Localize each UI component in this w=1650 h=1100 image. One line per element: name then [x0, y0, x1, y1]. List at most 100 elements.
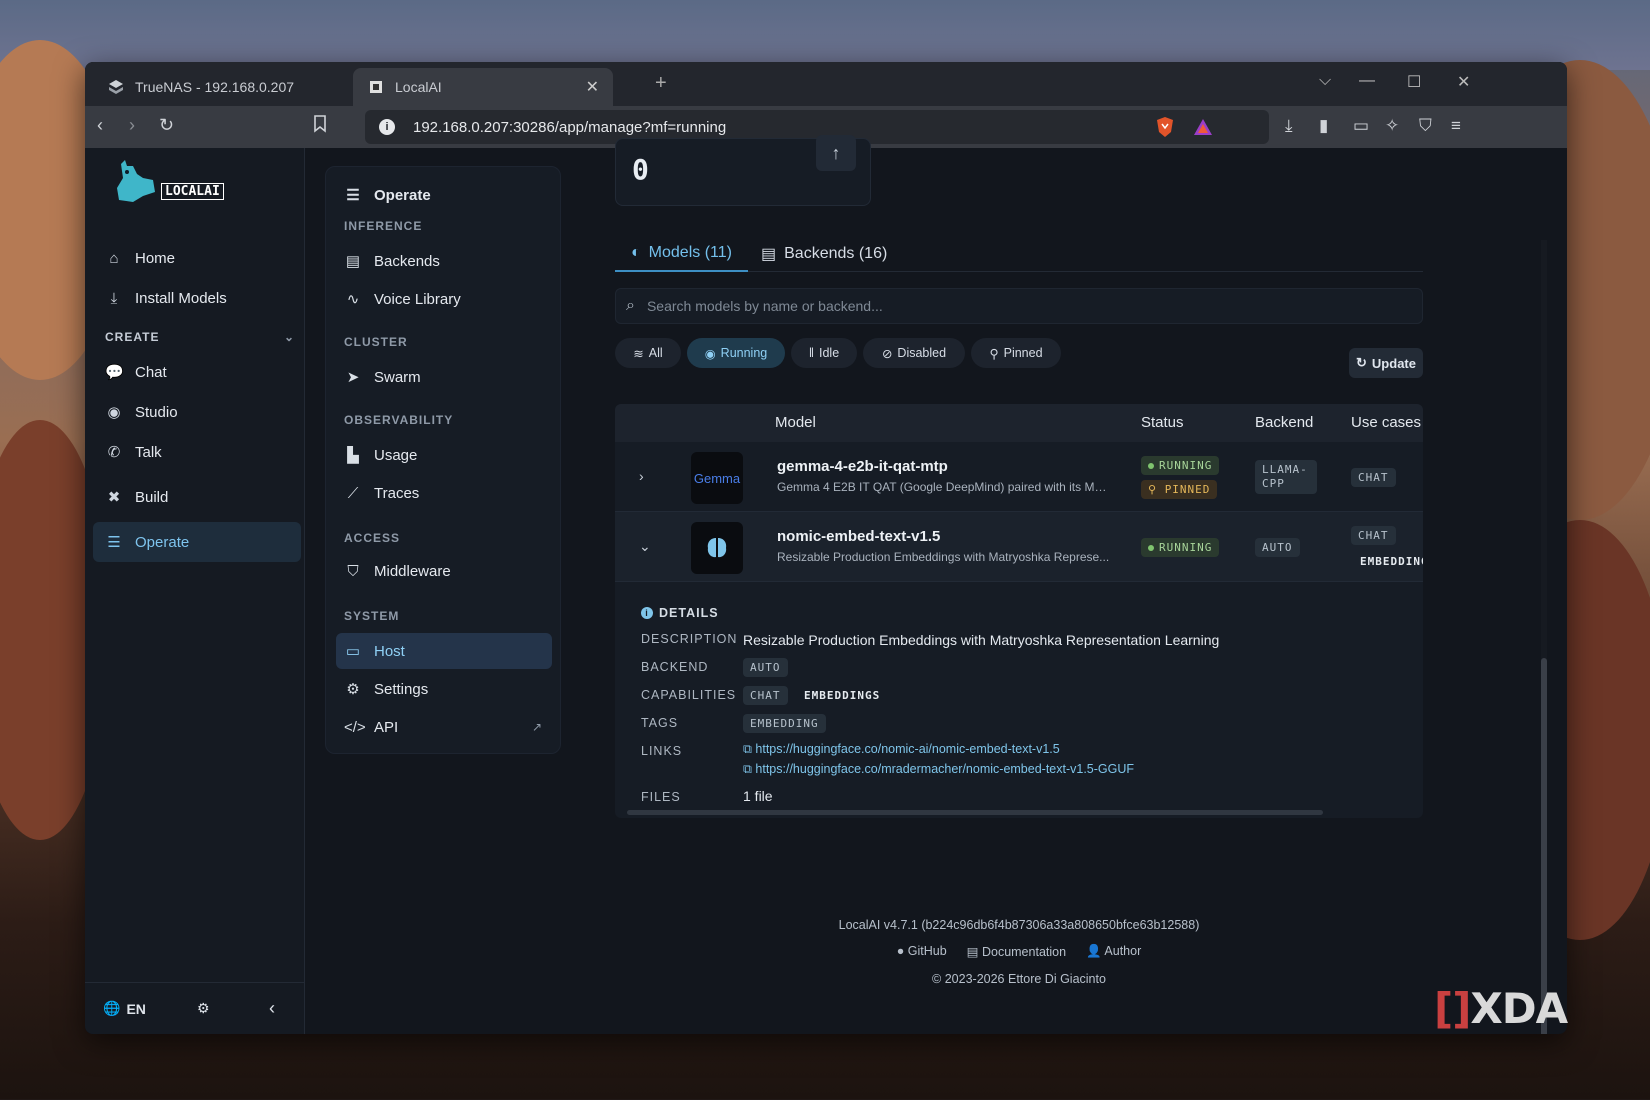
operate-item-host[interactable]: ▭ Host: [336, 633, 552, 669]
arrow-up-icon[interactable]: ↑: [816, 135, 856, 171]
chevron-right-icon[interactable]: ›: [639, 468, 644, 484]
watermark-text: XDA: [1470, 984, 1568, 1033]
horizontal-scrollbar[interactable]: [627, 810, 1323, 815]
brave-shield-icon[interactable]: [1155, 116, 1175, 142]
play-circle-icon: ◉: [704, 346, 716, 361]
detail-link[interactable]: ⧉ https://huggingface.co/mradermacher/no…: [743, 762, 1134, 777]
external-link-icon: ↗: [531, 720, 542, 734]
download-icon[interactable]: ⤓: [1285, 116, 1293, 136]
create-section-header[interactable]: CREATE ⌄: [105, 330, 295, 344]
chevron-down-icon[interactable]: ⌄: [639, 538, 651, 555]
vertical-scrollbar-thumb[interactable]: [1541, 658, 1547, 1034]
reload-icon[interactable]: ↻: [159, 115, 174, 136]
close-window-icon[interactable]: ✕: [1457, 72, 1470, 92]
new-tab-icon[interactable]: +: [655, 72, 667, 95]
item-label: Usage: [374, 446, 418, 464]
wallet-icon[interactable]: ▭: [1353, 116, 1369, 136]
browser-window: TrueNAS - 192.168.0.207 LocalAI ✕ + ⌵ — …: [85, 62, 1567, 1034]
tab-models[interactable]: ◐ Models (11): [615, 236, 748, 272]
chevron-down-icon: ⌄: [283, 330, 295, 344]
footer-link-documentation[interactable]: ▤ Documentation: [967, 944, 1066, 959]
column-header: Backend: [1255, 414, 1314, 431]
tab-localai[interactable]: LocalAI ✕: [353, 68, 613, 106]
collapse-sidebar-icon[interactable]: ‹: [269, 998, 275, 1019]
model-details: i DETAILS DESCRIPTION Resizable Producti…: [615, 590, 1423, 818]
detail-label: TAGS: [641, 716, 679, 730]
filter-running[interactable]: ◉ Running: [687, 338, 785, 368]
close-icon[interactable]: ✕: [586, 77, 599, 97]
filter-idle[interactable]: ‖ Idle: [791, 338, 857, 368]
filter-pinned[interactable]: ⚲ Pinned: [971, 338, 1061, 368]
refresh-icon: ↻: [1356, 355, 1367, 370]
brain-icon: ◐: [631, 244, 641, 261]
table-row[interactable]: › Gemma gemma-4-e2b-it-qat-mtp Gemma 4 E…: [615, 442, 1423, 512]
operate-item-settings[interactable]: ⚙ Settings: [336, 671, 552, 707]
logo-text: LOCALAI: [161, 183, 224, 200]
models-tabs: ◐ Models (11) ▤ Backends (16): [615, 236, 1423, 272]
sidebar: LOCALAI ⌂ Home ⤓ Install Models CREATE ⌄…: [85, 148, 305, 1034]
status-dot: [1148, 463, 1154, 469]
brave-rewards-icon[interactable]: [1193, 118, 1213, 140]
link-text: https://huggingface.co/mradermacher/nomi…: [755, 762, 1135, 776]
status-badge-running: RUNNING: [1141, 538, 1220, 557]
section-header: OBSERVABILITY: [344, 413, 454, 427]
panel-title: Operate: [374, 186, 431, 204]
footer-links: ● GitHub ▤ Documentation 👤 Author: [615, 944, 1423, 959]
localai-logo[interactable]: LOCALAI: [113, 158, 224, 206]
filter-label: Running: [720, 346, 768, 360]
sidebar-item-install-models[interactable]: ⤓ Install Models: [93, 278, 301, 318]
footer-link-author[interactable]: 👤 Author: [1086, 944, 1141, 959]
capability-badge: CHAT: [743, 686, 788, 705]
filter-all[interactable]: ≋ All: [615, 338, 681, 368]
bookmark-icon[interactable]: [313, 115, 327, 138]
item-label: Traces: [374, 484, 420, 502]
sidebar-toggle-icon[interactable]: ▮: [1319, 116, 1328, 136]
item-label: Host: [374, 642, 405, 660]
sidebar-item-build[interactable]: ✖ Build: [93, 477, 301, 517]
sidebar-item-studio[interactable]: ◉ Studio: [93, 392, 301, 432]
link-text: GitHub: [907, 944, 947, 958]
phone-icon: ✆: [107, 444, 121, 461]
operate-item-voice-library[interactable]: ∿ Voice Library: [336, 281, 552, 317]
item-label: Middleware: [374, 562, 451, 580]
update-button[interactable]: ↻ Update: [1349, 348, 1423, 378]
minimize-icon[interactable]: —: [1359, 72, 1375, 90]
sidebar-item-home[interactable]: ⌂ Home: [93, 238, 301, 278]
menu-icon[interactable]: ≡: [1451, 116, 1461, 136]
github-icon: ●: [896, 944, 908, 958]
operate-item-usage[interactable]: ▙ Usage: [336, 437, 552, 473]
sidebar-item-label: Install Models: [135, 289, 227, 307]
leo-icon[interactable]: ✧: [1385, 116, 1399, 136]
filter-disabled[interactable]: ⊘ Disabled: [863, 338, 965, 368]
site-info-icon[interactable]: i: [379, 119, 395, 135]
model-name[interactable]: nomic-embed-text-v1.5: [777, 528, 940, 545]
back-icon[interactable]: ‹: [97, 115, 103, 136]
section-header: ACCESS: [344, 531, 401, 545]
tab-truenas[interactable]: TrueNAS - 192.168.0.207: [93, 68, 343, 106]
model-logo-text: Gemma: [693, 470, 741, 486]
sidebar-item-chat[interactable]: 💬 Chat: [93, 352, 301, 392]
model-name[interactable]: gemma-4-e2b-it-qat-mtp: [777, 458, 948, 475]
maximize-icon[interactable]: ☐: [1407, 72, 1421, 92]
footer-link-github[interactable]: ● GitHub: [897, 944, 947, 959]
sidebar-item-operate[interactable]: ☰ Operate: [93, 522, 301, 562]
theme-settings-icon[interactable]: ⚙: [197, 1000, 210, 1017]
sidebar-item-talk[interactable]: ✆ Talk: [93, 432, 301, 472]
sidebar-item-label: Home: [135, 249, 176, 267]
operate-item-middleware[interactable]: ⛉ Middleware: [336, 553, 552, 589]
detail-link[interactable]: ⧉ https://huggingface.co/nomic-ai/nomic-…: [743, 742, 1060, 757]
section-header: CLUSTER: [344, 335, 408, 349]
chevron-down-icon[interactable]: ⌵: [1319, 72, 1331, 90]
vpn-icon[interactable]: ⛉: [1419, 116, 1432, 136]
footer-version: LocalAI v4.7.1 (b224c96db6f4b87306a33a80…: [838, 918, 1200, 932]
operate-item-traces[interactable]: ⟋ Traces: [336, 475, 552, 511]
search-input[interactable]: ⌕ Search models by name or backend...: [615, 288, 1423, 324]
forward-icon[interactable]: ›: [129, 115, 135, 136]
operate-item-swarm[interactable]: ➤ Swarm: [336, 359, 552, 395]
globe-icon: 🌐: [103, 1000, 121, 1016]
operate-item-backends[interactable]: ▤ Backends: [336, 243, 552, 279]
table-row[interactable]: ⌄ nomic-embed-text-v1.5 Resizable Produc…: [615, 512, 1423, 582]
language-selector[interactable]: 🌐 EN: [103, 1000, 146, 1017]
operate-item-api[interactable]: </> API ↗: [336, 709, 552, 745]
tab-backends[interactable]: ▤ Backends (16): [745, 236, 903, 272]
